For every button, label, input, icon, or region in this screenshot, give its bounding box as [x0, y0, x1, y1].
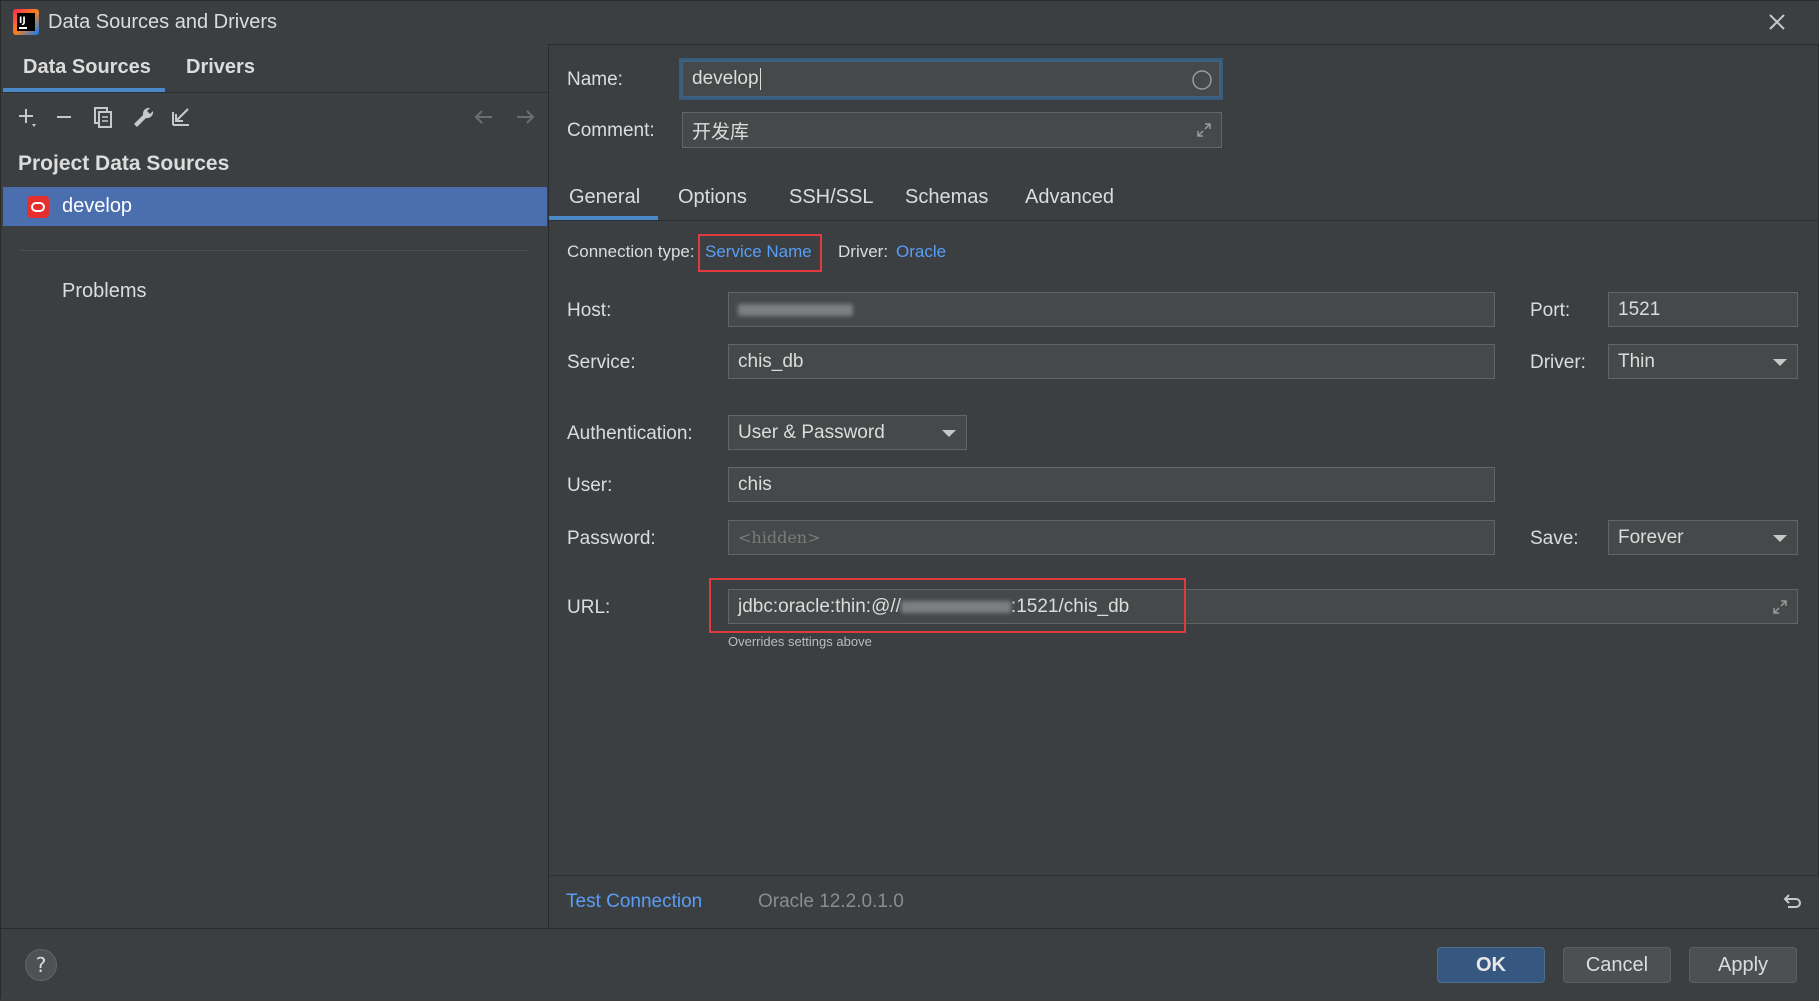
driver-link[interactable]: Oracle: [896, 242, 946, 262]
name-label: Name:: [567, 69, 623, 90]
tab-general[interactable]: General: [569, 186, 640, 209]
dialog-window: IJ Data Sources and Drivers Data Sources…: [0, 0, 1819, 1001]
driver-version: Oracle 12.2.0.1.0: [758, 891, 904, 912]
service-value: chis_db: [738, 350, 804, 372]
tab-ssh-ssl[interactable]: SSH/SSL: [789, 186, 873, 209]
service-input[interactable]: chis_db: [728, 344, 1495, 379]
redacted-host: [738, 303, 853, 316]
problems-item[interactable]: Problems: [62, 280, 146, 303]
status-bar: Test Connection Oracle 12.2.0.1.0: [549, 875, 1819, 929]
driver-select-value: Thin: [1618, 350, 1655, 372]
active-tab-indicator: [549, 216, 658, 220]
chevron-down-icon: [1773, 358, 1787, 366]
wrench-icon[interactable]: [130, 104, 156, 130]
active-tab-indicator: [3, 88, 165, 92]
chevron-down-icon: [1773, 534, 1787, 542]
left-pane: Data Sources Drivers Project Data Source…: [1, 44, 549, 928]
comment-label: Comment:: [567, 120, 655, 141]
expand-icon[interactable]: [1196, 122, 1212, 138]
copy-icon[interactable]: [91, 104, 117, 130]
undo-icon[interactable]: [1780, 891, 1802, 913]
project-data-sources-heading: Project Data Sources: [18, 152, 230, 175]
host-input[interactable]: [728, 292, 1495, 327]
password-placeholder: <hidden>: [738, 528, 821, 547]
plus-icon[interactable]: [15, 104, 41, 130]
import-icon[interactable]: [168, 104, 194, 130]
svg-text:IJ: IJ: [19, 16, 26, 26]
minus-icon[interactable]: [52, 104, 78, 130]
cancel-button[interactable]: Cancel: [1563, 947, 1671, 983]
user-input[interactable]: chis: [728, 467, 1495, 502]
save-value: Forever: [1618, 526, 1684, 548]
highlight-box: [709, 578, 1186, 633]
intellij-app-icon: IJ: [13, 9, 39, 35]
arrow-left-icon[interactable]: [471, 104, 497, 130]
ok-button[interactable]: OK: [1437, 947, 1545, 983]
password-label: Password:: [567, 528, 656, 549]
driver-select-label: Driver:: [1530, 352, 1586, 373]
tab-schemas[interactable]: Schemas: [905, 186, 988, 209]
port-value: 1521: [1618, 298, 1661, 320]
text-caret: [759, 68, 761, 90]
name-input[interactable]: develop: [681, 60, 1221, 98]
service-label: Service:: [567, 352, 636, 373]
tab-advanced[interactable]: Advanced: [1025, 186, 1114, 209]
port-input[interactable]: 1521: [1608, 292, 1798, 327]
title-bar: IJ Data Sources and Drivers: [1, 1, 1819, 45]
driver-select[interactable]: Thin: [1608, 344, 1798, 379]
left-tabs: Data Sources Drivers: [1, 44, 548, 93]
window-title: Data Sources and Drivers: [48, 11, 277, 33]
driver-label: Driver:: [838, 242, 889, 261]
authentication-value: User & Password: [738, 421, 885, 443]
dialog-footer: ? OK Cancel Apply: [1, 928, 1819, 1001]
data-source-label: develop: [62, 195, 133, 217]
color-circle-icon[interactable]: [1191, 69, 1213, 91]
apply-button[interactable]: Apply: [1689, 947, 1797, 983]
save-select[interactable]: Forever: [1608, 520, 1798, 555]
settings-tabs: General Options SSH/SSL Schemas Advanced: [549, 174, 1819, 221]
help-button[interactable]: ?: [25, 949, 57, 981]
comment-input[interactable]: 开发库: [682, 112, 1222, 148]
save-label: Save:: [1530, 528, 1579, 549]
close-icon[interactable]: [1764, 9, 1790, 35]
tab-data-sources[interactable]: Data Sources: [23, 56, 151, 79]
user-label: User:: [567, 475, 613, 496]
authentication-select[interactable]: User & Password: [728, 415, 967, 450]
arrow-right-icon[interactable]: [512, 104, 538, 130]
divider: [19, 250, 529, 251]
tab-options[interactable]: Options: [678, 186, 747, 209]
connection-type-label: Connection type:: [567, 242, 695, 261]
authentication-label: Authentication:: [567, 423, 693, 444]
right-pane: Name: develop Comment: 开发库 General Optio…: [549, 44, 1819, 929]
port-label: Port:: [1530, 300, 1571, 321]
chevron-down-icon: [942, 429, 956, 437]
highlight-box: [698, 234, 822, 272]
expand-icon[interactable]: [1772, 599, 1788, 615]
comment-value: 开发库: [692, 121, 750, 143]
url-label: URL:: [567, 597, 611, 618]
tab-drivers[interactable]: Drivers: [186, 56, 255, 79]
test-connection-link[interactable]: Test Connection: [566, 891, 702, 913]
data-source-item-develop[interactable]: develop: [3, 187, 547, 226]
name-value: develop: [692, 68, 759, 89]
url-hint: Overrides settings above: [728, 634, 872, 649]
user-value: chis: [738, 473, 772, 495]
password-input[interactable]: <hidden>: [728, 520, 1495, 555]
oracle-icon: [27, 196, 49, 218]
host-label: Host:: [567, 300, 612, 321]
